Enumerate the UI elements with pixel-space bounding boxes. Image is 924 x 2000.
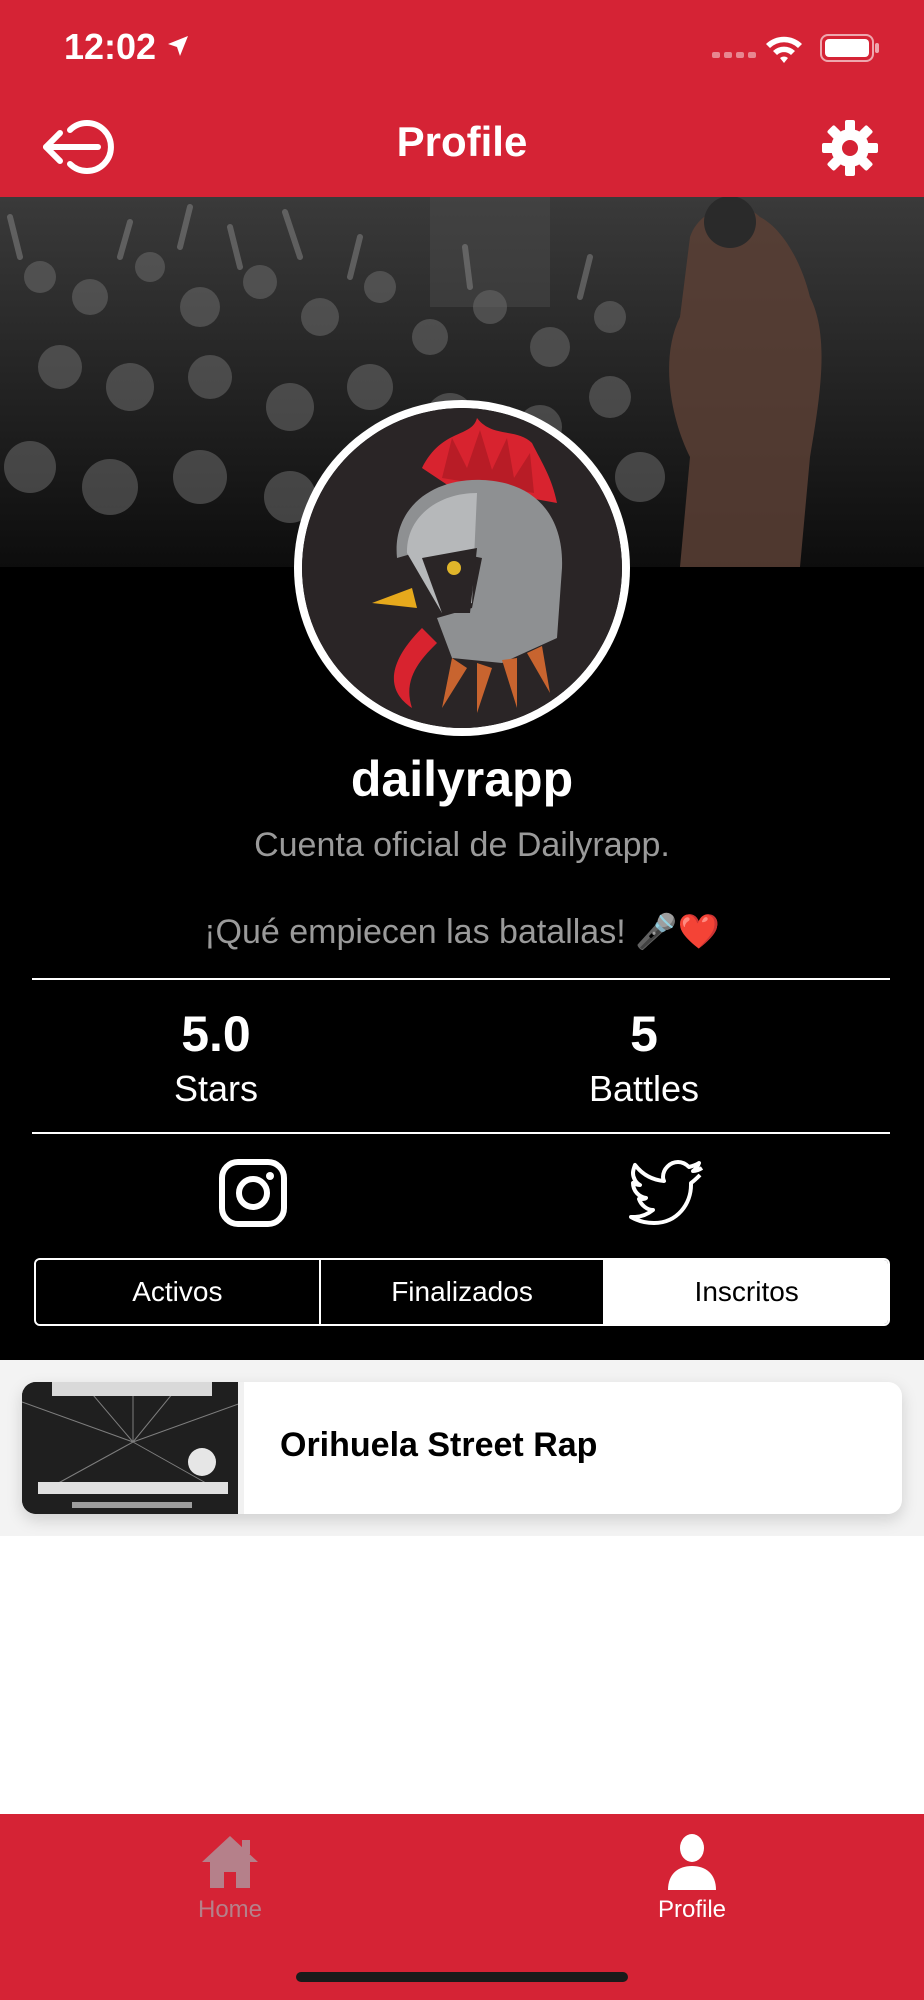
instagram-icon[interactable] [218,1158,288,1228]
settings-button[interactable] [820,118,880,178]
nav-profile[interactable]: Profile [612,1826,772,1946]
signal-icon [712,52,756,58]
stars-value: 5.0 [181,1006,251,1062]
tab-inscritos[interactable]: Inscritos [603,1260,888,1324]
battle-title: Orihuela Street Rap [280,1426,598,1464]
battle-tabs: Activos Finalizados Inscritos [34,1258,890,1326]
battles-value: 5 [630,1006,658,1062]
profile-username: dailyrapp [350,751,574,807]
avatar [294,400,630,736]
event-poster-thumbnail [22,1382,245,1514]
location-arrow-icon [168,36,188,56]
wifi-icon [766,36,802,63]
avatar-logo [302,408,622,728]
stars-label: Stars [173,1068,259,1109]
profile-bio-line1: Cuenta oficial de Dailyrapp. [254,826,670,864]
tab-finalizados[interactable]: Finalizados [318,1260,604,1324]
tab-activos[interactable]: Activos [36,1260,319,1324]
battles-label: Battles [588,1068,700,1109]
stats-divider-bottom [32,1132,890,1134]
battery-icon [820,34,879,62]
home-indicator [296,1972,628,1982]
nav-profile-label: Profile [657,1896,727,1923]
twitter-icon[interactable] [628,1156,708,1226]
nav-home-label: Home [197,1896,263,1923]
status-time: 12:02 [64,26,157,67]
nav-home[interactable]: Home [150,1826,310,1946]
page-title: Profile [396,118,528,165]
stats-divider-top [32,978,890,980]
list-item[interactable]: Orihuela Street Rap [22,1382,902,1514]
user-icon [668,1834,716,1890]
home-icon [202,1836,258,1888]
profile-bio-line2: ¡Qué empiecen las batallas! 🎤❤️ [204,913,720,951]
